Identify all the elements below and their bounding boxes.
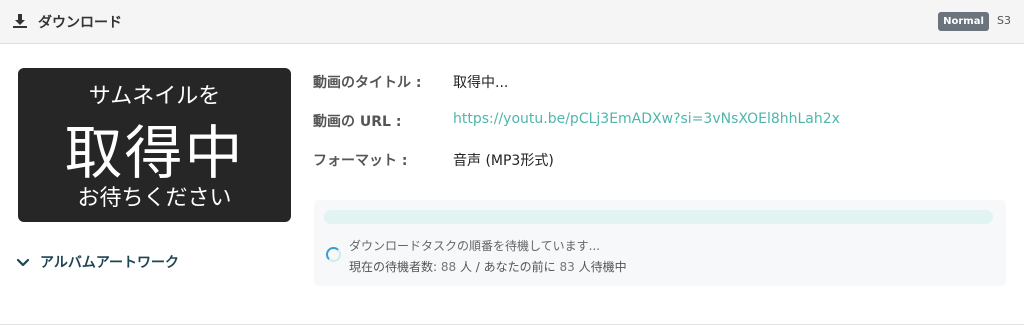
ahead-count: 83 — [559, 260, 575, 274]
download-icon — [12, 13, 28, 29]
bottom-divider — [0, 324, 1024, 325]
mode-badge: Normal — [938, 12, 989, 31]
ahead-unit: 人待機中 — [578, 260, 627, 274]
video-title-value: 取得中... — [453, 75, 509, 91]
waiting-label: 現在の待機者数: — [349, 260, 438, 274]
video-url-label: 動画の URL : — [313, 114, 402, 130]
server-label: S3 — [997, 14, 1011, 27]
video-title-label: 動画のタイトル : — [313, 75, 422, 91]
waiting-count: 88 — [440, 260, 457, 274]
panel-title: ダウンロード — [38, 15, 122, 31]
video-url-link[interactable]: https://youtu.be/pCLj3EmADXw?si=3vNsXOEl… — [453, 111, 840, 127]
thumbnail-line-3: お待ちください — [77, 186, 232, 211]
thumbnail-line-2: 取得中 — [64, 119, 245, 187]
panel-header: ダウンロード Normal S3 — [0, 0, 1024, 44]
thumbnail-placeholder: サムネイルを 取得中 お待ちください — [18, 68, 291, 222]
format-value: 音声 (MP3形式) — [453, 153, 554, 169]
queue-count-text: 現在の待機者数: 88 人 / あなたの前に 83 人待機中 — [349, 258, 627, 275]
album-artwork-label: アルバムアートワーク — [40, 255, 180, 271]
waiting-unit: 人 / あなたの前に — [459, 260, 556, 274]
queue-status-message: ダウンロードタスクの順番を待機しています... — [349, 239, 601, 253]
format-label: フォーマット : — [313, 153, 408, 169]
loading-spinner-icon — [326, 247, 341, 262]
chevron-down-icon — [16, 255, 30, 269]
download-status-box: ダウンロードタスクの順番を待機しています... 現在の待機者数: 88 人 / … — [314, 200, 1006, 286]
download-progress-bar — [324, 210, 993, 224]
